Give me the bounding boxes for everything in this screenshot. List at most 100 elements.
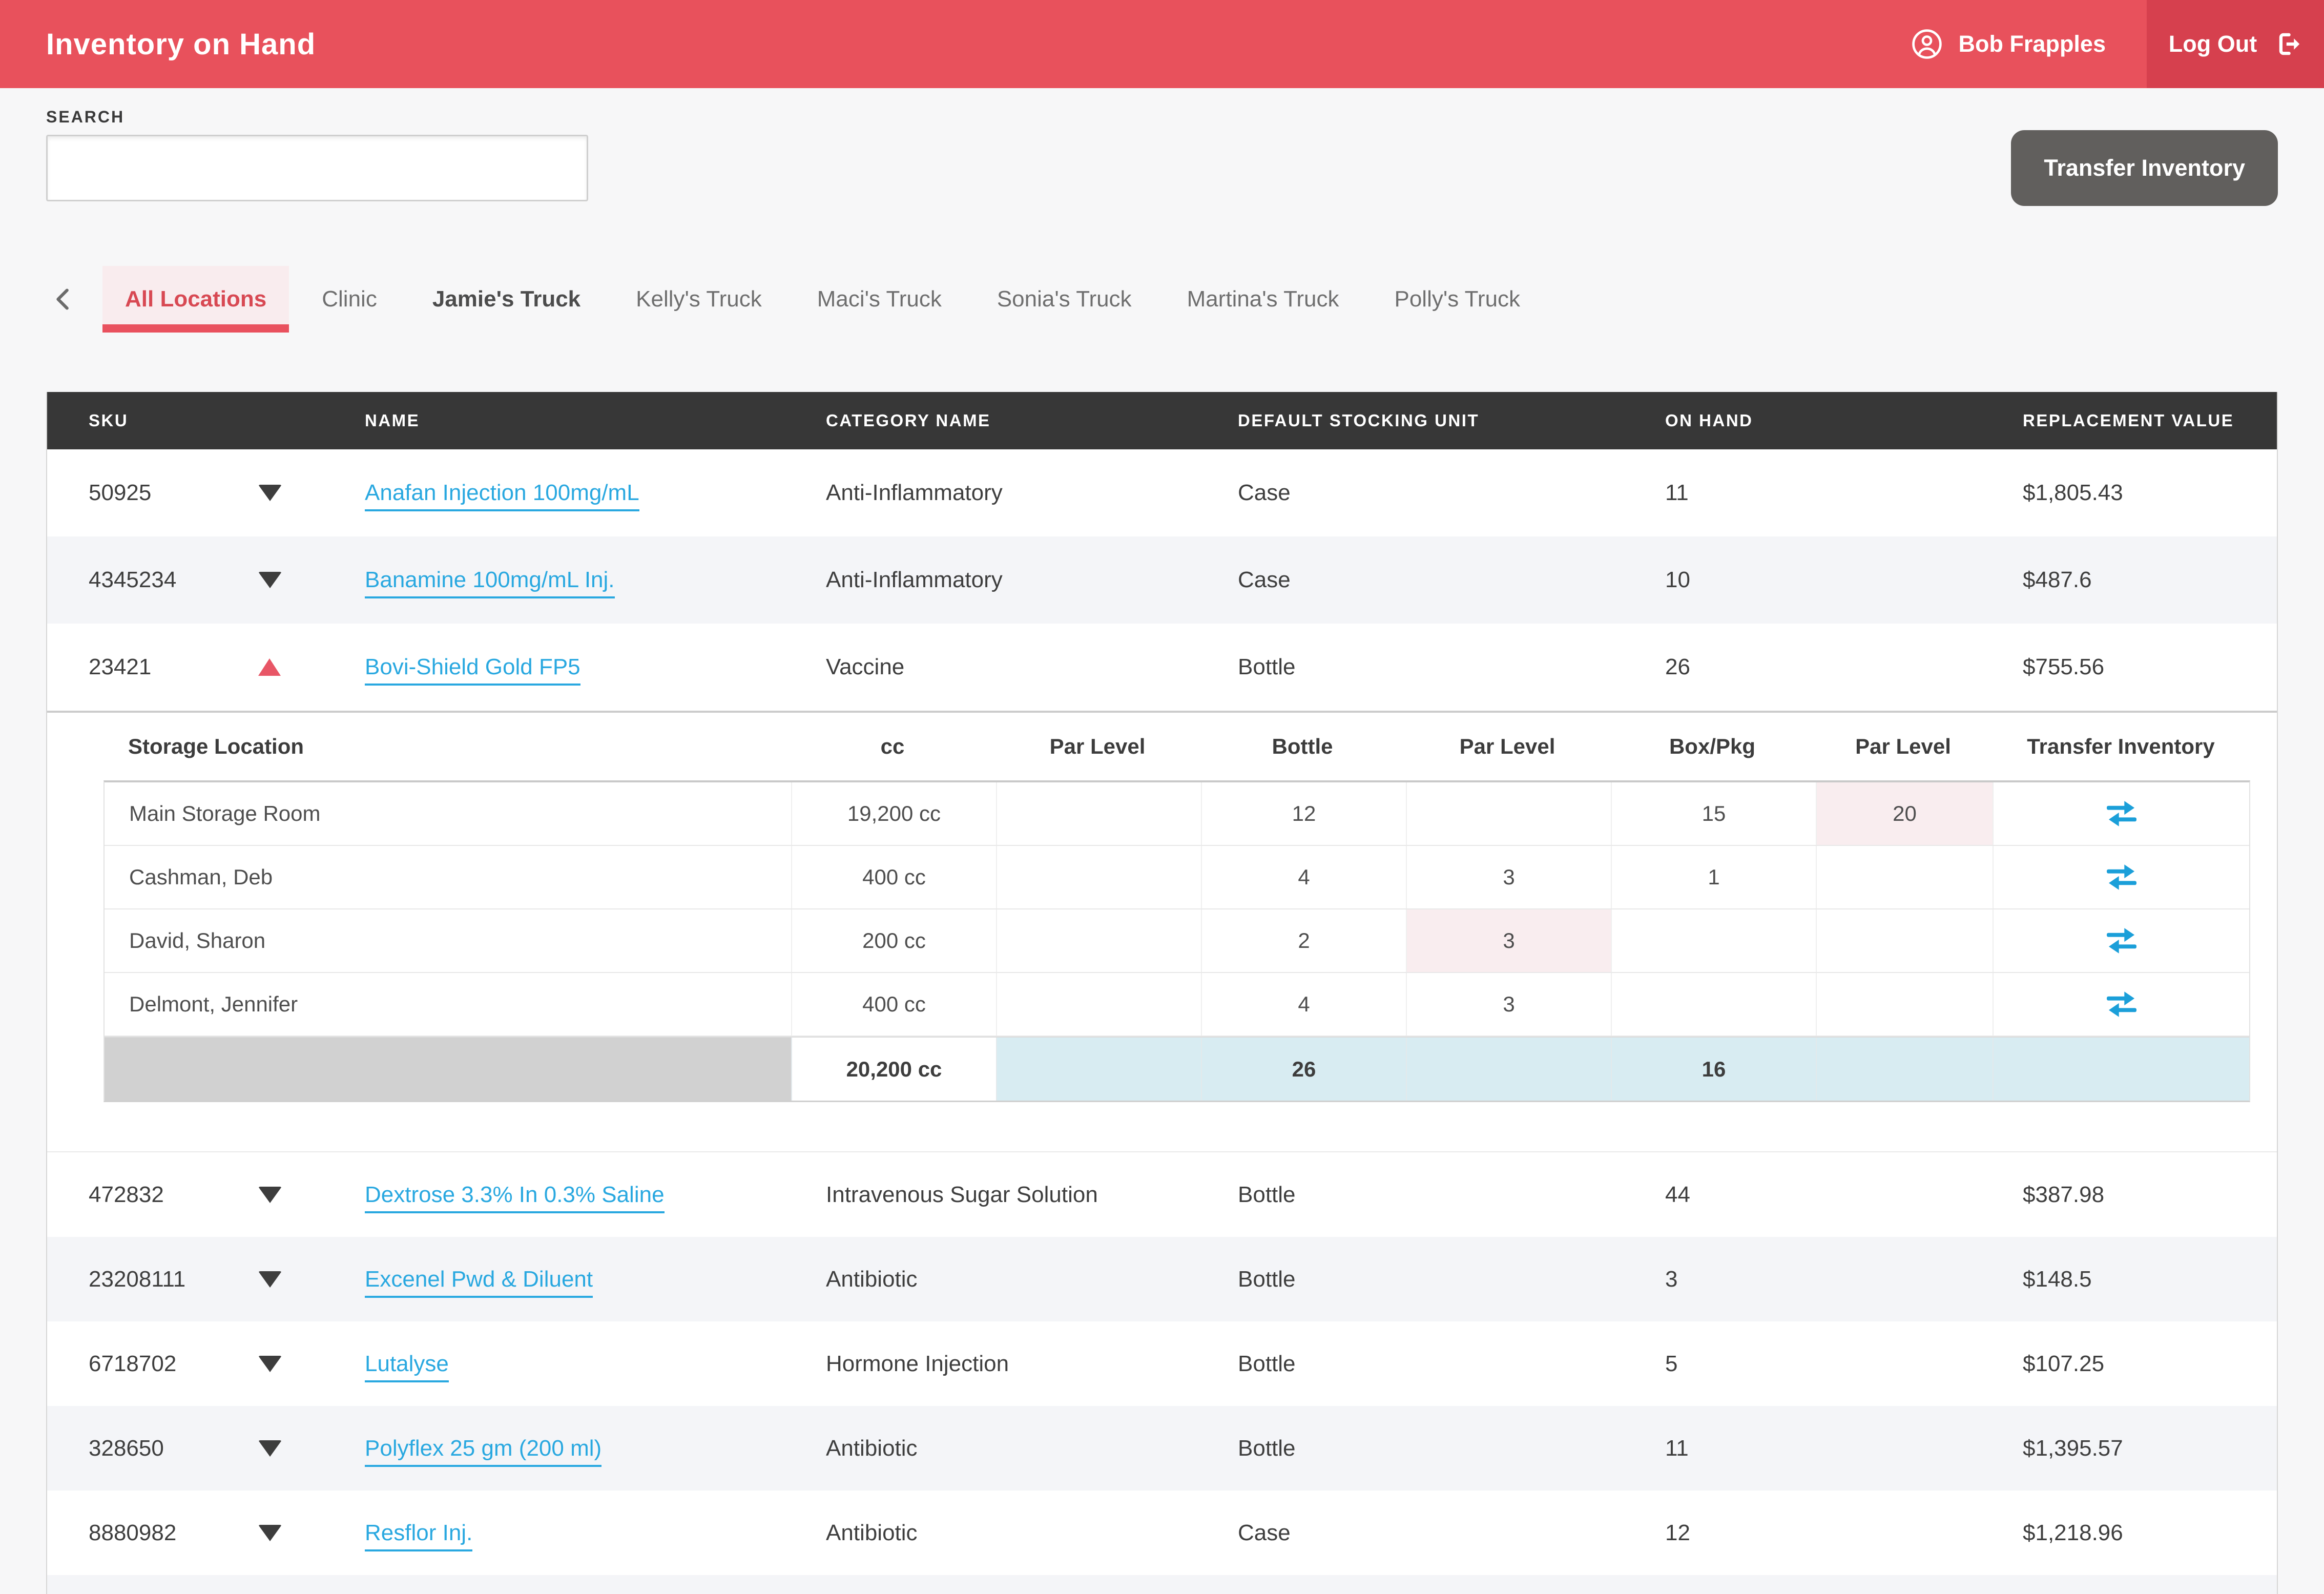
unit-cell: Bottle [1238, 1182, 1665, 1208]
column-header-value: REPLACEMENT VALUE [2023, 411, 2277, 430]
expand-caret-icon[interactable] [258, 572, 282, 588]
expand-caret-icon[interactable] [258, 1187, 282, 1203]
logout-button[interactable]: Log Out [2147, 0, 2324, 88]
sub-column-par-level-1: Par Level [995, 713, 1200, 780]
transfer-inventory-icon[interactable] [1993, 782, 2249, 845]
expand-caret-icon[interactable] [258, 1525, 282, 1541]
sku-cell: 23421 [47, 654, 237, 680]
tab-macis-truck[interactable]: Maci's Truck [795, 266, 964, 333]
cc-cell: 400 cc [791, 846, 996, 908]
transfer-inventory-icon[interactable] [1993, 846, 2249, 908]
table-header-row: SKU NAME CATEGORY NAME DEFAULT STOCKING … [47, 392, 2277, 449]
storage-row: David, Sharon 200 cc 2 3 [105, 909, 2249, 973]
storage-row: Main Storage Room 19,200 cc 12 15 20 [105, 782, 2249, 846]
column-header-on-hand: ON HAND [1665, 411, 2023, 430]
column-header-name: NAME [365, 411, 826, 430]
search-input[interactable] [46, 135, 588, 201]
total-cc-cell: 20,200 cc [791, 1038, 996, 1101]
storage-location-cell: Delmont, Jennifer [105, 973, 791, 1036]
par-level-cell [1816, 973, 1993, 1036]
sku-cell: 6718702 [47, 1351, 237, 1377]
tab-kellys-truck[interactable]: Kelly's Truck [613, 266, 784, 333]
table-row: 472832 Dextrose 3.3% In 0.3% Saline Intr… [47, 1152, 2277, 1237]
sku-cell: 8880982 [47, 1520, 237, 1546]
table-row: 8880982 Resflor Inj. Antibiotic Case 12 … [47, 1491, 2277, 1575]
on-hand-cell: 44 [1665, 1182, 2023, 1208]
product-link[interactable]: Anafan Injection 100mg/mL [365, 480, 639, 511]
table-row: 4345234 Banamine 100mg/mL Inj. Anti-Infl… [47, 536, 2277, 624]
bottle-cell: 2 [1201, 909, 1406, 972]
product-link[interactable]: Polyflex 25 gm (200 ml) [365, 1436, 601, 1467]
unit-cell: Case [1238, 1520, 1665, 1546]
unit-cell: Bottle [1238, 1267, 1665, 1292]
value-cell: $387.98 [2023, 1182, 2277, 1208]
on-hand-cell: 5 [1665, 1351, 2023, 1377]
tab-pollys-truck[interactable]: Polly's Truck [1372, 266, 1543, 333]
tab-clinic[interactable]: Clinic [299, 266, 400, 333]
tabs-scroll-left-chevron-icon[interactable] [46, 266, 82, 333]
category-cell: Antibiotic [826, 1436, 1238, 1461]
sub-column-location: Storage Location [103, 713, 790, 780]
par-level-cell [996, 909, 1201, 972]
tab-all-locations[interactable]: All Locations [102, 266, 289, 333]
unit-cell: Case [1238, 567, 1665, 593]
collapse-caret-icon[interactable] [258, 658, 281, 676]
storage-table-header: Storage Location cc Par Level Bottle Par… [103, 713, 2250, 780]
storage-table: Main Storage Room 19,200 cc 12 15 20 [103, 780, 2250, 1102]
storage-location-cell: Cashman, Deb [105, 846, 791, 908]
value-cell: $148.5 [2023, 1267, 2277, 1292]
sub-column-cc: cc [790, 713, 995, 780]
on-hand-cell: 26 [1665, 654, 2023, 680]
product-link[interactable]: Banamine 100mg/mL Inj. [365, 567, 615, 598]
sku-cell: 328650 [47, 1436, 237, 1461]
transfer-inventory-button[interactable]: Transfer Inventory [2011, 130, 2278, 206]
logout-icon [2272, 29, 2302, 59]
tab-sonias-truck[interactable]: Sonia's Truck [974, 266, 1154, 333]
on-hand-cell: 11 [1665, 480, 2023, 506]
tab-martinas-truck[interactable]: Martina's Truck [1165, 266, 1362, 333]
category-cell: Antibiotic [826, 1267, 1238, 1292]
expand-caret-icon[interactable] [258, 1356, 282, 1372]
box-pkg-cell [1611, 973, 1816, 1036]
location-tabs: All Locations Clinic Jamie's Truck Kelly… [46, 266, 2324, 333]
product-link[interactable]: Lutalyse [365, 1351, 449, 1382]
user-avatar-icon [1910, 27, 1944, 61]
user-menu[interactable]: Bob Frapples [1910, 27, 2106, 61]
product-link[interactable]: Dextrose 3.3% In 0.3% Saline [365, 1182, 665, 1213]
par-level-cell [1406, 782, 1611, 845]
sub-column-par-level-3: Par Level [1815, 713, 1991, 780]
storage-row: Cashman, Deb 400 cc 4 3 1 [105, 846, 2249, 909]
tab-jamies-truck[interactable]: Jamie's Truck [410, 266, 603, 333]
total-par-level-cell [996, 1038, 1201, 1101]
par-level-cell [1816, 846, 1993, 908]
unit-cell: Bottle [1238, 654, 1665, 680]
on-hand-cell: 12 [1665, 1520, 2023, 1546]
expand-caret-icon[interactable] [258, 485, 282, 501]
transfer-inventory-icon[interactable] [1993, 973, 2249, 1036]
total-par-level-cell [1406, 1038, 1611, 1101]
category-cell: Intravenous Sugar Solution [826, 1182, 1238, 1208]
sub-column-box-pkg: Box/Pkg [1610, 713, 1815, 780]
product-link[interactable]: Resflor Inj. [365, 1520, 472, 1551]
search-label: SEARCH [46, 108, 2278, 127]
expand-caret-icon[interactable] [258, 1271, 282, 1288]
table-row: 23208111 Excenel Pwd & Diluent Antibioti… [47, 1237, 2277, 1321]
total-bottle-cell: 26 [1201, 1038, 1406, 1101]
total-par-level-cell [1816, 1038, 1993, 1101]
par-level-cell [1816, 909, 1993, 972]
expand-caret-icon[interactable] [258, 1440, 282, 1457]
unit-cell: Bottle [1238, 1436, 1665, 1461]
product-link[interactable]: Bovi-Shield Gold FP5 [365, 654, 580, 686]
table-row-expanded: 23421 Bovi-Shield Gold FP5 Vaccine Bottl… [47, 624, 2277, 711]
transfer-inventory-icon[interactable] [1993, 909, 2249, 972]
cc-cell: 19,200 cc [791, 782, 996, 845]
value-cell: $1,805.43 [2023, 480, 2277, 506]
bottle-cell: 4 [1201, 846, 1406, 908]
product-link[interactable]: Excenel Pwd & Diluent [365, 1267, 593, 1298]
sub-column-bottle: Bottle [1200, 713, 1405, 780]
total-transfer-cell [1993, 1038, 2249, 1101]
par-level-cell [996, 973, 1201, 1036]
cc-cell: 200 cc [791, 909, 996, 972]
box-pkg-cell: 1 [1611, 846, 1816, 908]
box-pkg-cell: 15 [1611, 782, 1816, 845]
